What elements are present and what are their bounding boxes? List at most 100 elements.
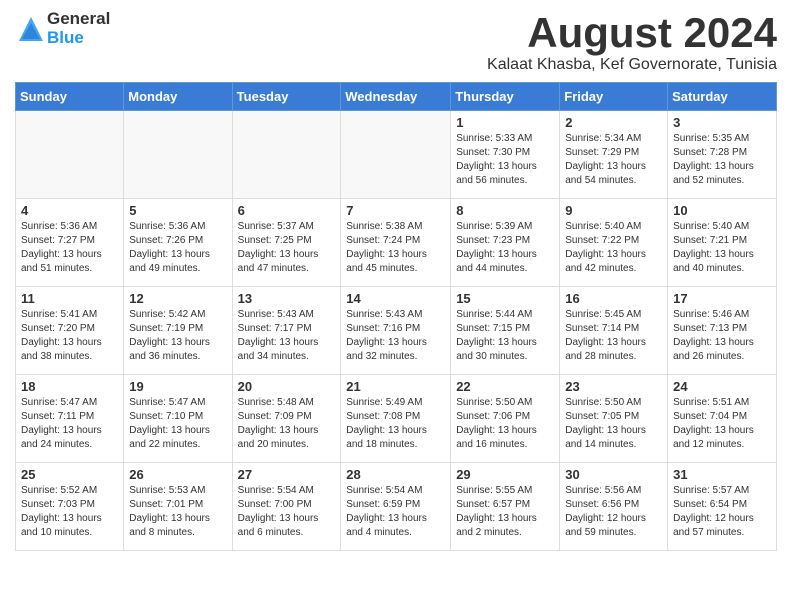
calendar-cell: 17Sunrise: 5:46 AM Sunset: 7:13 PM Dayli… — [668, 287, 777, 375]
day-number: 3 — [673, 115, 771, 130]
logo: General Blue — [15, 10, 110, 47]
day-info: Sunrise: 5:56 AM Sunset: 6:56 PM Dayligh… — [565, 484, 662, 540]
day-header-sunday: Sunday — [16, 83, 124, 111]
calendar-week-1: 1 Sunrise: 5:33 AM Sunset: 7:30 PM Daylig… — [16, 111, 777, 199]
day-info: Sunrise: 5:48 AM Sunset: 7:09 PM Dayligh… — [238, 396, 336, 452]
day-info: Sunrise: 5:52 AM Sunset: 7:03 PM Dayligh… — [21, 484, 118, 540]
calendar-cell: 27Sunrise: 5:54 AM Sunset: 7:00 PM Dayli… — [232, 463, 341, 551]
day-number: 6 — [238, 203, 336, 218]
day-info: Sunrise: 5:50 AM Sunset: 7:06 PM Dayligh… — [456, 396, 554, 452]
calendar-cell: 7 Sunrise: 5:38 AM Sunset: 7:24 PM Daylig… — [341, 199, 451, 287]
calendar-table: SundayMondayTuesdayWednesdayThursdayFrid… — [15, 82, 777, 551]
day-number: 4 — [21, 203, 118, 218]
calendar-cell: 6 Sunrise: 5:37 AM Sunset: 7:25 PM Daylig… — [232, 199, 341, 287]
day-info: Sunrise: 5:45 AM Sunset: 7:14 PM Dayligh… — [565, 308, 662, 364]
day-number: 7 — [346, 203, 445, 218]
calendar-cell: 5 Sunrise: 5:36 AM Sunset: 7:26 PM Daylig… — [124, 199, 232, 287]
day-info: Sunrise: 5:55 AM Sunset: 6:57 PM Dayligh… — [456, 484, 554, 540]
day-number: 11 — [21, 291, 118, 306]
day-number: 26 — [129, 467, 226, 482]
day-info: Sunrise: 5:41 AM Sunset: 7:20 PM Dayligh… — [21, 308, 118, 364]
day-number: 19 — [129, 379, 226, 394]
calendar-cell: 12Sunrise: 5:42 AM Sunset: 7:19 PM Dayli… — [124, 287, 232, 375]
calendar-cell: 26 Sunrise: 5:53 AM Sunset: 7:01 PM Dayli… — [124, 463, 232, 551]
calendar-cell: 24 Sunrise: 5:51 AM Sunset: 7:04 PM Dayli… — [668, 375, 777, 463]
day-number: 5 — [129, 203, 226, 218]
day-number: 25 — [21, 467, 118, 482]
day-info: Sunrise: 5:51 AM Sunset: 7:04 PM Dayligh… — [673, 396, 771, 452]
day-header-monday: Monday — [124, 83, 232, 111]
calendar-week-5: 25 Sunrise: 5:52 AM Sunset: 7:03 PM Dayli… — [16, 463, 777, 551]
logo-blue: Blue — [47, 29, 110, 48]
day-number: 21 — [346, 379, 445, 394]
day-header-tuesday: Tuesday — [232, 83, 341, 111]
day-header-saturday: Saturday — [668, 83, 777, 111]
day-number: 1 — [456, 115, 554, 130]
calendar-cell — [124, 111, 232, 199]
calendar-cell: 10 Sunrise: 5:40 AM Sunset: 7:21 PM Dayli… — [668, 199, 777, 287]
calendar-cell: 23Sunrise: 5:50 AM Sunset: 7:05 PM Dayli… — [560, 375, 668, 463]
calendar-title: August 2024 — [487, 10, 777, 56]
day-info: Sunrise: 5:38 AM Sunset: 7:24 PM Dayligh… — [346, 220, 445, 276]
calendar-header-row: SundayMondayTuesdayWednesdayThursdayFrid… — [16, 83, 777, 111]
day-number: 10 — [673, 203, 771, 218]
day-number: 22 — [456, 379, 554, 394]
day-info: Sunrise: 5:34 AM Sunset: 7:29 PM Dayligh… — [565, 132, 662, 188]
day-info: Sunrise: 5:42 AM Sunset: 7:19 PM Dayligh… — [129, 308, 226, 364]
day-info: Sunrise: 5:57 AM Sunset: 6:54 PM Dayligh… — [673, 484, 771, 540]
day-info: Sunrise: 5:47 AM Sunset: 7:10 PM Dayligh… — [129, 396, 226, 452]
calendar-cell: 25 Sunrise: 5:52 AM Sunset: 7:03 PM Dayli… — [16, 463, 124, 551]
calendar-cell — [341, 111, 451, 199]
logo-icon — [15, 13, 47, 45]
calendar-cell: 22 Sunrise: 5:50 AM Sunset: 7:06 PM Dayli… — [451, 375, 560, 463]
day-number: 27 — [238, 467, 336, 482]
day-header-friday: Friday — [560, 83, 668, 111]
day-info: Sunrise: 5:49 AM Sunset: 7:08 PM Dayligh… — [346, 396, 445, 452]
calendar-cell: 29Sunrise: 5:55 AM Sunset: 6:57 PM Dayli… — [451, 463, 560, 551]
day-number: 15 — [456, 291, 554, 306]
logo-general: General — [47, 10, 110, 29]
calendar-cell: 2 Sunrise: 5:34 AM Sunset: 7:29 PM Daylig… — [560, 111, 668, 199]
day-info: Sunrise: 5:40 AM Sunset: 7:21 PM Dayligh… — [673, 220, 771, 276]
day-number: 16 — [565, 291, 662, 306]
calendar-week-3: 11 Sunrise: 5:41 AM Sunset: 7:20 PM Dayli… — [16, 287, 777, 375]
calendar-cell: 3Sunrise: 5:35 AM Sunset: 7:28 PM Daylig… — [668, 111, 777, 199]
day-info: Sunrise: 5:33 AM Sunset: 7:30 PM Dayligh… — [456, 132, 554, 188]
day-number: 9 — [565, 203, 662, 218]
day-number: 30 — [565, 467, 662, 482]
day-number: 28 — [346, 467, 445, 482]
day-number: 17 — [673, 291, 771, 306]
calendar-cell: 28 Sunrise: 5:54 AM Sunset: 6:59 PM Dayli… — [341, 463, 451, 551]
calendar-cell: 21 Sunrise: 5:49 AM Sunset: 7:08 PM Dayli… — [341, 375, 451, 463]
day-info: Sunrise: 5:37 AM Sunset: 7:25 PM Dayligh… — [238, 220, 336, 276]
day-info: Sunrise: 5:43 AM Sunset: 7:17 PM Dayligh… — [238, 308, 336, 364]
page-header: General Blue August 2024 Kalaat Khasba, … — [15, 10, 777, 74]
day-info: Sunrise: 5:53 AM Sunset: 7:01 PM Dayligh… — [129, 484, 226, 540]
day-number: 18 — [21, 379, 118, 394]
calendar-cell — [232, 111, 341, 199]
day-info: Sunrise: 5:36 AM Sunset: 7:27 PM Dayligh… — [21, 220, 118, 276]
day-number: 2 — [565, 115, 662, 130]
day-info: Sunrise: 5:43 AM Sunset: 7:16 PM Dayligh… — [346, 308, 445, 364]
calendar-cell: 9Sunrise: 5:40 AM Sunset: 7:22 PM Daylig… — [560, 199, 668, 287]
calendar-cell: 13 Sunrise: 5:43 AM Sunset: 7:17 PM Dayli… — [232, 287, 341, 375]
day-info: Sunrise: 5:54 AM Sunset: 6:59 PM Dayligh… — [346, 484, 445, 540]
calendar-cell: 30 Sunrise: 5:56 AM Sunset: 6:56 PM Dayli… — [560, 463, 668, 551]
calendar-week-2: 4 Sunrise: 5:36 AM Sunset: 7:27 PM Daylig… — [16, 199, 777, 287]
day-info: Sunrise: 5:44 AM Sunset: 7:15 PM Dayligh… — [456, 308, 554, 364]
day-info: Sunrise: 5:50 AM Sunset: 7:05 PM Dayligh… — [565, 396, 662, 452]
calendar-cell: 11 Sunrise: 5:41 AM Sunset: 7:20 PM Dayli… — [16, 287, 124, 375]
day-info: Sunrise: 5:39 AM Sunset: 7:23 PM Dayligh… — [456, 220, 554, 276]
calendar-cell: 18 Sunrise: 5:47 AM Sunset: 7:11 PM Dayli… — [16, 375, 124, 463]
day-info: Sunrise: 5:47 AM Sunset: 7:11 PM Dayligh… — [21, 396, 118, 452]
calendar-cell — [16, 111, 124, 199]
day-header-thursday: Thursday — [451, 83, 560, 111]
calendar-subtitle: Kalaat Khasba, Kef Governorate, Tunisia — [487, 56, 777, 74]
title-section: August 2024 Kalaat Khasba, Kef Governora… — [487, 10, 777, 74]
day-number: 24 — [673, 379, 771, 394]
day-info: Sunrise: 5:36 AM Sunset: 7:26 PM Dayligh… — [129, 220, 226, 276]
calendar-cell: 15 Sunrise: 5:44 AM Sunset: 7:15 PM Dayli… — [451, 287, 560, 375]
day-number: 31 — [673, 467, 771, 482]
day-number: 13 — [238, 291, 336, 306]
day-number: 14 — [346, 291, 445, 306]
